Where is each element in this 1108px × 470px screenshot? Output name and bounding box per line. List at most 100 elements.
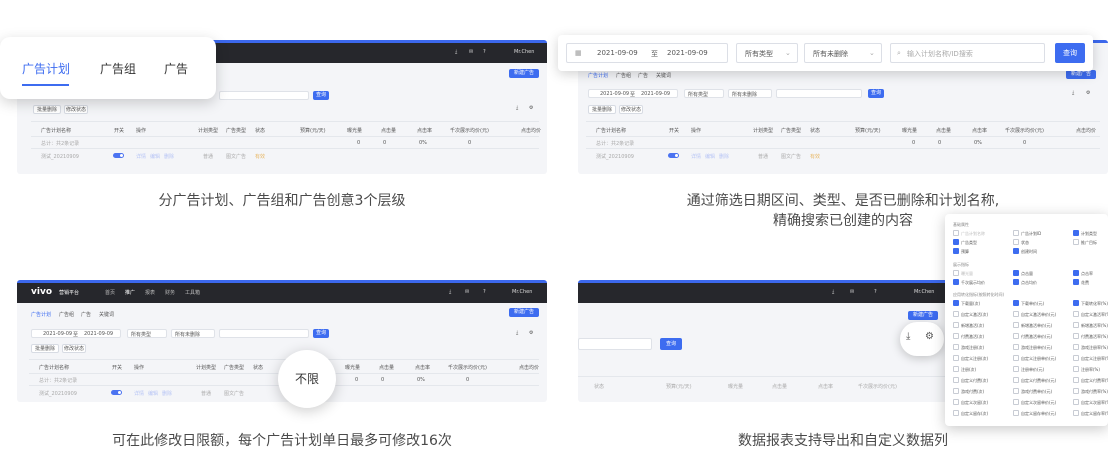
new-ad-button[interactable]: 新建广告 bbox=[509, 69, 539, 78]
daily-limit-bubble[interactable]: 不限 bbox=[278, 350, 336, 408]
tab-ad[interactable]: 广告 bbox=[164, 60, 188, 77]
type-select[interactable]: 所有类型 ⌄ bbox=[736, 43, 798, 63]
download-icon[interactable]: ⤓ bbox=[832, 289, 834, 295]
search-input[interactable] bbox=[776, 89, 862, 98]
tab-keywords[interactable]: 关键词 bbox=[656, 72, 671, 79]
column-checkbox[interactable]: 自定义注册(次) bbox=[953, 355, 988, 362]
column-checkbox[interactable]: 曝光量 bbox=[953, 270, 973, 277]
tab-ad-group[interactable]: 广告组 bbox=[100, 60, 136, 77]
date-range-picker[interactable]: ▦ 2021-09-09 至 2021-09-09 bbox=[566, 43, 728, 63]
account-name[interactable]: Mr.Chen bbox=[514, 49, 534, 55]
search-button[interactable]: 查询 bbox=[313, 329, 329, 338]
new-ad-button[interactable]: 新建广告 bbox=[1066, 70, 1096, 79]
account-name[interactable]: Mr.Chen bbox=[914, 289, 934, 295]
help-icon[interactable]: ? bbox=[483, 49, 486, 55]
search-button[interactable]: 查询 bbox=[313, 91, 329, 100]
column-checkbox[interactable]: 创建时间 bbox=[1013, 248, 1037, 255]
column-checkbox[interactable]: 自定义付费率(%) bbox=[1073, 377, 1108, 384]
bulk-delete-button[interactable]: 批量删除 bbox=[33, 105, 61, 114]
column-checkbox[interactable]: 自定义次留单价(元) bbox=[1013, 399, 1056, 406]
column-checkbox[interactable]: 自定义注册单价(元) bbox=[1013, 355, 1056, 362]
mail-icon[interactable]: ✉ bbox=[469, 49, 473, 55]
tab-ad-plan[interactable]: 广告计划 bbox=[22, 60, 70, 77]
settings-icon[interactable]: ⚙ bbox=[925, 331, 934, 342]
column-checkbox[interactable]: 计划类型 bbox=[1073, 230, 1097, 237]
column-checkbox[interactable]: 自定义次留率(%) bbox=[1073, 399, 1108, 406]
column-checkbox[interactable]: 注册率(%) bbox=[1073, 366, 1100, 373]
bulk-delete-button[interactable]: 批量删除 bbox=[588, 105, 616, 114]
column-checkbox[interactable]: 游戏注册(次) bbox=[953, 344, 984, 351]
help-icon[interactable]: ? bbox=[483, 289, 486, 295]
column-checkbox[interactable]: 游戏付费率(%) bbox=[1073, 388, 1108, 395]
change-status-button[interactable]: 修改状态 bbox=[62, 344, 86, 353]
column-checkbox[interactable]: 游戏注册单价(元) bbox=[1013, 344, 1052, 351]
row-action-delete[interactable]: 删除 bbox=[164, 153, 174, 160]
row-action-edit[interactable]: 编辑 bbox=[148, 390, 158, 397]
column-checkbox[interactable]: 自定义付费单价(元) bbox=[1013, 377, 1056, 384]
row-action-delete[interactable]: 删除 bbox=[719, 153, 729, 160]
tab-ad-plan[interactable]: 广告计划 bbox=[588, 72, 608, 79]
settings-icon[interactable]: ⚙ bbox=[529, 105, 533, 111]
tab-ad[interactable]: 广告 bbox=[638, 72, 648, 79]
column-checkbox[interactable]: 状态 bbox=[1013, 239, 1029, 246]
column-checkbox[interactable]: 广告类型 bbox=[953, 239, 977, 246]
column-checkbox[interactable]: 注册单价(元) bbox=[1013, 366, 1044, 373]
column-checkbox[interactable]: 新增激活率(%) bbox=[1073, 322, 1108, 329]
download-icon[interactable]: ⤓ bbox=[455, 49, 457, 55]
export-icon[interactable]: ⤓ bbox=[906, 331, 910, 342]
export-icon[interactable]: ⤓ bbox=[516, 105, 518, 111]
column-checkbox[interactable]: 游戏付费(次) bbox=[953, 388, 984, 395]
column-checkbox[interactable]: 下载量(次) bbox=[953, 300, 980, 307]
column-checkbox[interactable]: 点击量 bbox=[1013, 270, 1033, 277]
tab-keywords[interactable]: 关键词 bbox=[99, 311, 114, 318]
new-ad-button[interactable]: 新建广告 bbox=[908, 311, 938, 320]
account-name[interactable]: Mr.Chen bbox=[512, 289, 532, 295]
row-plan-name[interactable]: 测试_20210909 bbox=[41, 153, 79, 160]
column-checkbox[interactable]: 自定义激活(次) bbox=[953, 311, 988, 318]
tab-ad[interactable]: 广告 bbox=[81, 311, 91, 318]
nav-home[interactable]: 首页 bbox=[105, 289, 115, 296]
plan-switch[interactable] bbox=[668, 153, 679, 158]
column-checkbox[interactable]: 自定义注册率(%) bbox=[1073, 355, 1108, 362]
row-action-detail[interactable]: 详情 bbox=[136, 153, 146, 160]
nav-report[interactable]: 报表 bbox=[145, 289, 155, 296]
column-checkbox[interactable]: 广告计划ID bbox=[1013, 230, 1041, 237]
column-checkbox[interactable]: 游戏付费单价(元) bbox=[1013, 388, 1052, 395]
download-icon[interactable]: ⤓ bbox=[449, 289, 451, 295]
column-checkbox[interactable]: 自定义激活率(%) bbox=[1073, 311, 1108, 318]
column-checkbox[interactable]: 游戏注册率(%) bbox=[1073, 344, 1108, 351]
column-checkbox[interactable]: 点击均价 bbox=[1013, 279, 1037, 286]
mail-icon[interactable]: ✉ bbox=[850, 289, 854, 295]
row-action-edit[interactable]: 编辑 bbox=[705, 153, 715, 160]
plan-switch[interactable] bbox=[113, 153, 124, 158]
export-icon[interactable]: ⤓ bbox=[1072, 90, 1074, 96]
tab-ad-group[interactable]: 广告组 bbox=[59, 311, 74, 318]
column-checkbox[interactable]: 花费 bbox=[1073, 279, 1089, 286]
bulk-delete-button[interactable]: 批量删除 bbox=[31, 344, 59, 353]
nav-promote[interactable]: 推广 bbox=[125, 289, 135, 296]
column-checkbox[interactable]: 点击率 bbox=[1073, 270, 1093, 277]
row-action-edit[interactable]: 编辑 bbox=[150, 153, 160, 160]
column-checkbox[interactable]: 新增激活单价(元) bbox=[1013, 322, 1052, 329]
search-button[interactable]: 查询 bbox=[868, 89, 884, 98]
nav-finance[interactable]: 财务 bbox=[165, 289, 175, 296]
column-checkbox[interactable]: 下载转化率(%) bbox=[1073, 300, 1108, 307]
column-checkbox[interactable]: 推广目标 bbox=[1073, 239, 1097, 246]
tab-ad-plan[interactable]: 广告计划 bbox=[31, 311, 51, 318]
change-status-button[interactable]: 修改状态 bbox=[619, 105, 643, 114]
tab-ad-group[interactable]: 广告组 bbox=[616, 72, 631, 79]
plan-switch[interactable] bbox=[111, 390, 122, 395]
search-input[interactable] bbox=[219, 91, 309, 100]
column-checkbox[interactable]: 注册(次) bbox=[953, 366, 976, 373]
column-checkbox[interactable]: 付费激活单价(元) bbox=[1013, 333, 1052, 340]
row-plan-name[interactable]: 测试_20210909 bbox=[596, 153, 634, 160]
column-checkbox[interactable]: 自定义留存率(%) bbox=[1073, 410, 1108, 417]
row-plan-name[interactable]: 测试_20210909 bbox=[39, 390, 77, 397]
column-checkbox[interactable]: 广告计划名称 bbox=[953, 230, 985, 237]
change-status-button[interactable]: 修改状态 bbox=[64, 105, 88, 114]
settings-icon[interactable]: ⚙ bbox=[529, 330, 533, 336]
settings-icon[interactable]: ⚙ bbox=[1086, 90, 1090, 96]
column-checkbox[interactable]: 付费激活(次) bbox=[953, 333, 984, 340]
column-checkbox[interactable]: 自定义激活单价(元) bbox=[1013, 311, 1056, 318]
search-input[interactable] bbox=[219, 329, 309, 338]
